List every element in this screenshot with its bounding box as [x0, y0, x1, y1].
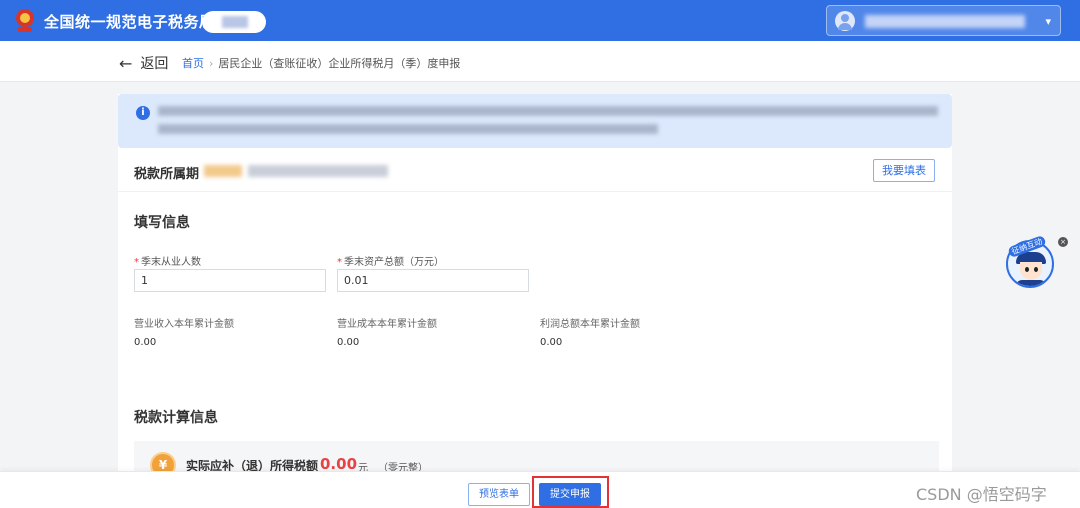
tax-period-tag-redacted	[204, 165, 242, 177]
caret-down-icon[interactable]: ▾	[1045, 15, 1051, 28]
site-title[interactable]: 全国统一规范电子税务局	[44, 11, 215, 32]
breadcrumb-home-link[interactable]: 首页	[182, 57, 204, 70]
employees-input[interactable]: 1	[134, 269, 326, 292]
assets-label: * 季末资产总额（万元）	[337, 257, 444, 268]
notice-text-redacted-2	[158, 124, 658, 134]
user-avatar-icon	[835, 11, 855, 31]
breadcrumb: 首页 › 居民企业（查账征收）企业所得税月（季）度申报	[182, 55, 460, 71]
cost-label: 营业成本本年累计金额	[337, 319, 437, 330]
notice-banner: i	[118, 94, 952, 148]
user-menu[interactable]: ▾	[826, 5, 1061, 36]
watermark: CSDN @悟空码字	[916, 485, 1047, 504]
notice-text-redacted	[158, 106, 938, 116]
submit-declaration-button[interactable]: 提交申报	[539, 483, 601, 506]
tax-period-value-redacted	[248, 165, 388, 177]
tax-period-label: 税款所属期	[134, 167, 200, 182]
fill-info-title: 填写信息	[134, 215, 190, 231]
back-arrow-icon: ←	[119, 53, 133, 73]
required-mark: *	[134, 257, 139, 268]
breadcrumb-current: 居民企业（查账征收）企业所得税月（季）度申报	[218, 57, 461, 70]
breadcrumb-separator: ›	[209, 57, 214, 70]
mascot-close-icon[interactable]: ×	[1058, 237, 1068, 247]
revenue-value: 0.00	[134, 337, 157, 348]
top-bar: 全国统一规范电子税务局 ▾	[0, 0, 1080, 41]
back-button[interactable]: ← 返回	[119, 53, 168, 73]
info-icon: i	[136, 106, 150, 120]
back-label: 返回	[140, 56, 169, 72]
profit-value: 0.00	[540, 337, 563, 348]
required-mark: *	[337, 257, 342, 268]
revenue-label: 营业收入本年累计金额	[134, 319, 234, 330]
breadcrumb-bar: ← 返回 首页 › 居民企业（查账征收）企业所得税月（季）度申报	[0, 41, 1080, 82]
preview-form-button[interactable]: 预览表单	[468, 483, 530, 506]
fill-form-button[interactable]: 我要填表	[873, 159, 935, 182]
user-name-redacted	[865, 15, 1025, 28]
tax-period-row: 税款所属期 我要填表	[118, 148, 952, 192]
region-selector[interactable]	[202, 11, 266, 33]
tax-emblem-icon	[16, 9, 34, 32]
profit-label: 利润总额本年累计金额	[540, 319, 640, 330]
assets-input[interactable]: 0.01	[337, 269, 529, 292]
tax-calc-title: 税款计算信息	[134, 410, 218, 426]
cost-value: 0.00	[337, 337, 360, 348]
employees-label: * 季末从业人数	[134, 257, 201, 268]
